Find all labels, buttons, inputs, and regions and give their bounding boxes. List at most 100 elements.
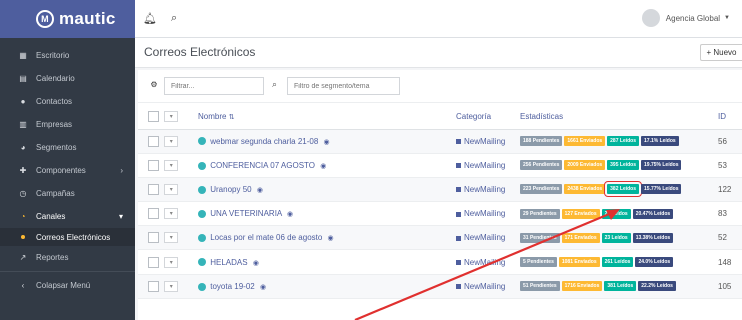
read-percent-badge[interactable]: 22.2% Leídos bbox=[638, 281, 676, 292]
search-icon[interactable]: ⌕ bbox=[171, 12, 177, 25]
row-actions-dropdown[interactable]: ▾ bbox=[164, 135, 179, 147]
translation-icon: ◉ bbox=[323, 138, 330, 146]
category-label: NewMailing bbox=[464, 136, 506, 146]
table-row[interactable]: ▾ webmar segunda charla 21-08 ◉ NewMaili… bbox=[138, 129, 742, 154]
row-checkbox[interactable] bbox=[148, 280, 159, 292]
pending-badge[interactable]: 256 Pendientes bbox=[520, 160, 563, 171]
sidebar-subitem-correos[interactable]: Correos Electrónicos bbox=[0, 228, 135, 246]
pending-badge[interactable]: 29 Pendientes bbox=[520, 208, 560, 219]
sent-badge[interactable]: 127 Enviados bbox=[561, 208, 600, 219]
row-checkbox[interactable] bbox=[148, 208, 159, 220]
row-checkbox[interactable] bbox=[148, 135, 159, 147]
pending-badge[interactable]: 188 Pendientes bbox=[520, 136, 563, 147]
sidebar-item-reportes[interactable]: ↗ Reportes bbox=[0, 246, 135, 269]
sent-badge[interactable]: 1081 Enviados bbox=[558, 257, 600, 268]
email-name-link[interactable]: toyota 19-02 bbox=[210, 282, 254, 291]
table-row[interactable]: ▾ toyota 19-02 ◉ NewMailing 51 Pendiente… bbox=[138, 274, 742, 299]
stats-cell: 5 Pendientes 1081 Enviados 261 Leídos 24… bbox=[516, 249, 712, 275]
sidebar-item-escritorio[interactable]: ▦ Escritorio bbox=[0, 44, 135, 67]
sent-badge[interactable]: 2438 Enviados bbox=[564, 184, 606, 195]
read-badge[interactable]: 26 Leídos bbox=[601, 208, 631, 219]
table-row[interactable]: ▾ CONFERENCIA 07 AGOSTO ◉ NewMailing 256… bbox=[138, 153, 742, 178]
new-email-button[interactable]: + Nuevo bbox=[700, 44, 742, 61]
read-percent-badge[interactable]: 15.77% Leídos bbox=[641, 184, 682, 195]
sidebar-item-contactos[interactable]: ● Contactos bbox=[0, 90, 135, 113]
sidebar-item-campanas[interactable]: ◷ Campañas bbox=[0, 182, 135, 205]
read-badge[interactable]: 287 Leídos bbox=[607, 136, 640, 147]
published-toggle-icon[interactable] bbox=[198, 282, 206, 291]
row-checkbox[interactable] bbox=[148, 256, 159, 268]
column-header-id[interactable]: ID bbox=[712, 104, 742, 130]
sent-badge[interactable]: 2009 Enviados bbox=[564, 160, 606, 171]
email-name-link[interactable]: Locas por el mate 06 de agosto bbox=[210, 233, 322, 242]
search-icon[interactable]: ⌕ bbox=[272, 79, 277, 90]
sent-badge[interactable]: 1661 Enviados bbox=[564, 136, 606, 147]
filter-input[interactable] bbox=[164, 77, 264, 95]
sidebar-item-calendario[interactable]: ▤ Calendario bbox=[0, 67, 135, 90]
read-badge[interactable]: 382 Leídos bbox=[604, 181, 643, 198]
table-row[interactable]: ▾ UNA VETERINARIA ◉ NewMailing 29 Pendie… bbox=[138, 201, 742, 227]
sidebar-item-empresas[interactable]: ▥ Empresas bbox=[0, 113, 135, 136]
column-header-name[interactable]: Nombre ⇅ bbox=[194, 104, 452, 130]
row-checkbox[interactable] bbox=[148, 183, 159, 195]
user-menu[interactable]: Agencia Global ▼ bbox=[641, 9, 730, 27]
read-badge[interactable]: 23 Leídos bbox=[601, 232, 631, 243]
column-header-category[interactable]: Categoría bbox=[452, 104, 516, 130]
read-percent-badge[interactable]: 17.1% Leídos bbox=[641, 136, 679, 147]
row-actions-dropdown[interactable]: ▾ bbox=[164, 183, 179, 195]
sidebar-item-label: Reportes bbox=[36, 253, 69, 262]
row-checkbox[interactable] bbox=[148, 159, 159, 171]
read-badge[interactable]: 381 Leídos bbox=[604, 281, 637, 292]
pending-badge[interactable]: 31 Pendientes bbox=[520, 232, 560, 243]
email-name-link[interactable]: HELADAS bbox=[210, 258, 247, 267]
pending-badge[interactable]: 5 Pendientes bbox=[520, 257, 557, 268]
bell-icon[interactable]: 🔔︎ bbox=[143, 12, 157, 25]
sidebar-item-canales[interactable]: ◔ Canales ▾ bbox=[0, 205, 135, 228]
category-cell: NewMailing bbox=[452, 177, 516, 203]
sidebar-item-segmentos[interactable]: ◕ Segmentos bbox=[0, 136, 135, 159]
published-toggle-icon[interactable] bbox=[198, 210, 206, 219]
published-toggle-icon[interactable] bbox=[198, 137, 206, 146]
rss-icon: ◔ bbox=[20, 212, 26, 221]
row-actions-dropdown[interactable]: ▾ bbox=[164, 208, 179, 220]
read-badge[interactable]: 261 Leídos bbox=[601, 257, 634, 268]
read-percent-badge[interactable]: 24.0% Leídos bbox=[635, 257, 674, 268]
table-row[interactable]: ▾ Uranopy 50 ◉ NewMailing 223 Pendientes… bbox=[138, 177, 742, 203]
pending-badge[interactable]: 223 Pendientes bbox=[520, 184, 563, 195]
row-actions-dropdown[interactable]: ▾ bbox=[164, 280, 179, 292]
emails-table: ▾ Nombre ⇅ Categoría Estadísticas ID ▾ w… bbox=[138, 104, 742, 299]
table-row[interactable]: ▾ Locas por el mate 06 de agosto ◉ NewMa… bbox=[138, 225, 742, 251]
row-actions-dropdown[interactable]: ▾ bbox=[164, 256, 179, 268]
sent-badge[interactable]: 171 Enviados bbox=[561, 232, 600, 243]
table-row[interactable]: ▾ HELADAS ◉ NewMailing 5 Pendientes 1081… bbox=[138, 249, 742, 275]
page-title: Correos Electrónicos bbox=[144, 45, 256, 59]
row-actions-dropdown[interactable]: ▾ bbox=[164, 159, 179, 171]
bulk-actions-dropdown[interactable]: ▾ bbox=[164, 110, 179, 122]
email-name-link[interactable]: CONFERENCIA 07 AGOSTO bbox=[210, 161, 315, 170]
translation-icon: ◉ bbox=[252, 259, 259, 267]
select-all-checkbox[interactable] bbox=[148, 110, 159, 122]
sidebar-item-componentes[interactable]: ✚ Componentes › bbox=[0, 159, 135, 182]
read-percent-badge[interactable]: 13.38% Leídos bbox=[632, 232, 674, 243]
email-name-link[interactable]: UNA VETERINARIA bbox=[210, 209, 282, 218]
published-toggle-icon[interactable] bbox=[198, 185, 206, 194]
read-badge[interactable]: 395 Leídos bbox=[607, 160, 640, 171]
published-toggle-icon[interactable] bbox=[198, 161, 206, 170]
sent-badge[interactable]: 1716 Enviados bbox=[561, 281, 603, 292]
email-name-link[interactable]: webmar segunda charla 21-08 bbox=[210, 137, 318, 146]
row-actions-dropdown[interactable]: ▾ bbox=[164, 232, 179, 244]
read-percent-badge[interactable]: 20.47% Leídos bbox=[632, 208, 674, 219]
published-toggle-icon[interactable] bbox=[198, 258, 206, 267]
row-checkbox[interactable] bbox=[148, 232, 159, 244]
brand-logo[interactable]: M mautic bbox=[0, 0, 135, 38]
published-toggle-icon[interactable] bbox=[198, 234, 206, 243]
email-name-link[interactable]: Uranopy 50 bbox=[210, 185, 251, 194]
segment-filter-input[interactable] bbox=[287, 77, 400, 95]
category-color-icon bbox=[456, 163, 461, 169]
read-percent-badge[interactable]: 19.75% Leídos bbox=[641, 160, 682, 171]
clock-icon: ◷ bbox=[19, 189, 27, 198]
pending-badge[interactable]: 51 Pendientes bbox=[520, 281, 560, 292]
category-label: NewMailing bbox=[464, 281, 506, 291]
settings-icon[interactable]: ⚙ bbox=[147, 80, 161, 94]
collapse-menu-button[interactable]: ‹ Colapsar Menú bbox=[0, 274, 135, 297]
